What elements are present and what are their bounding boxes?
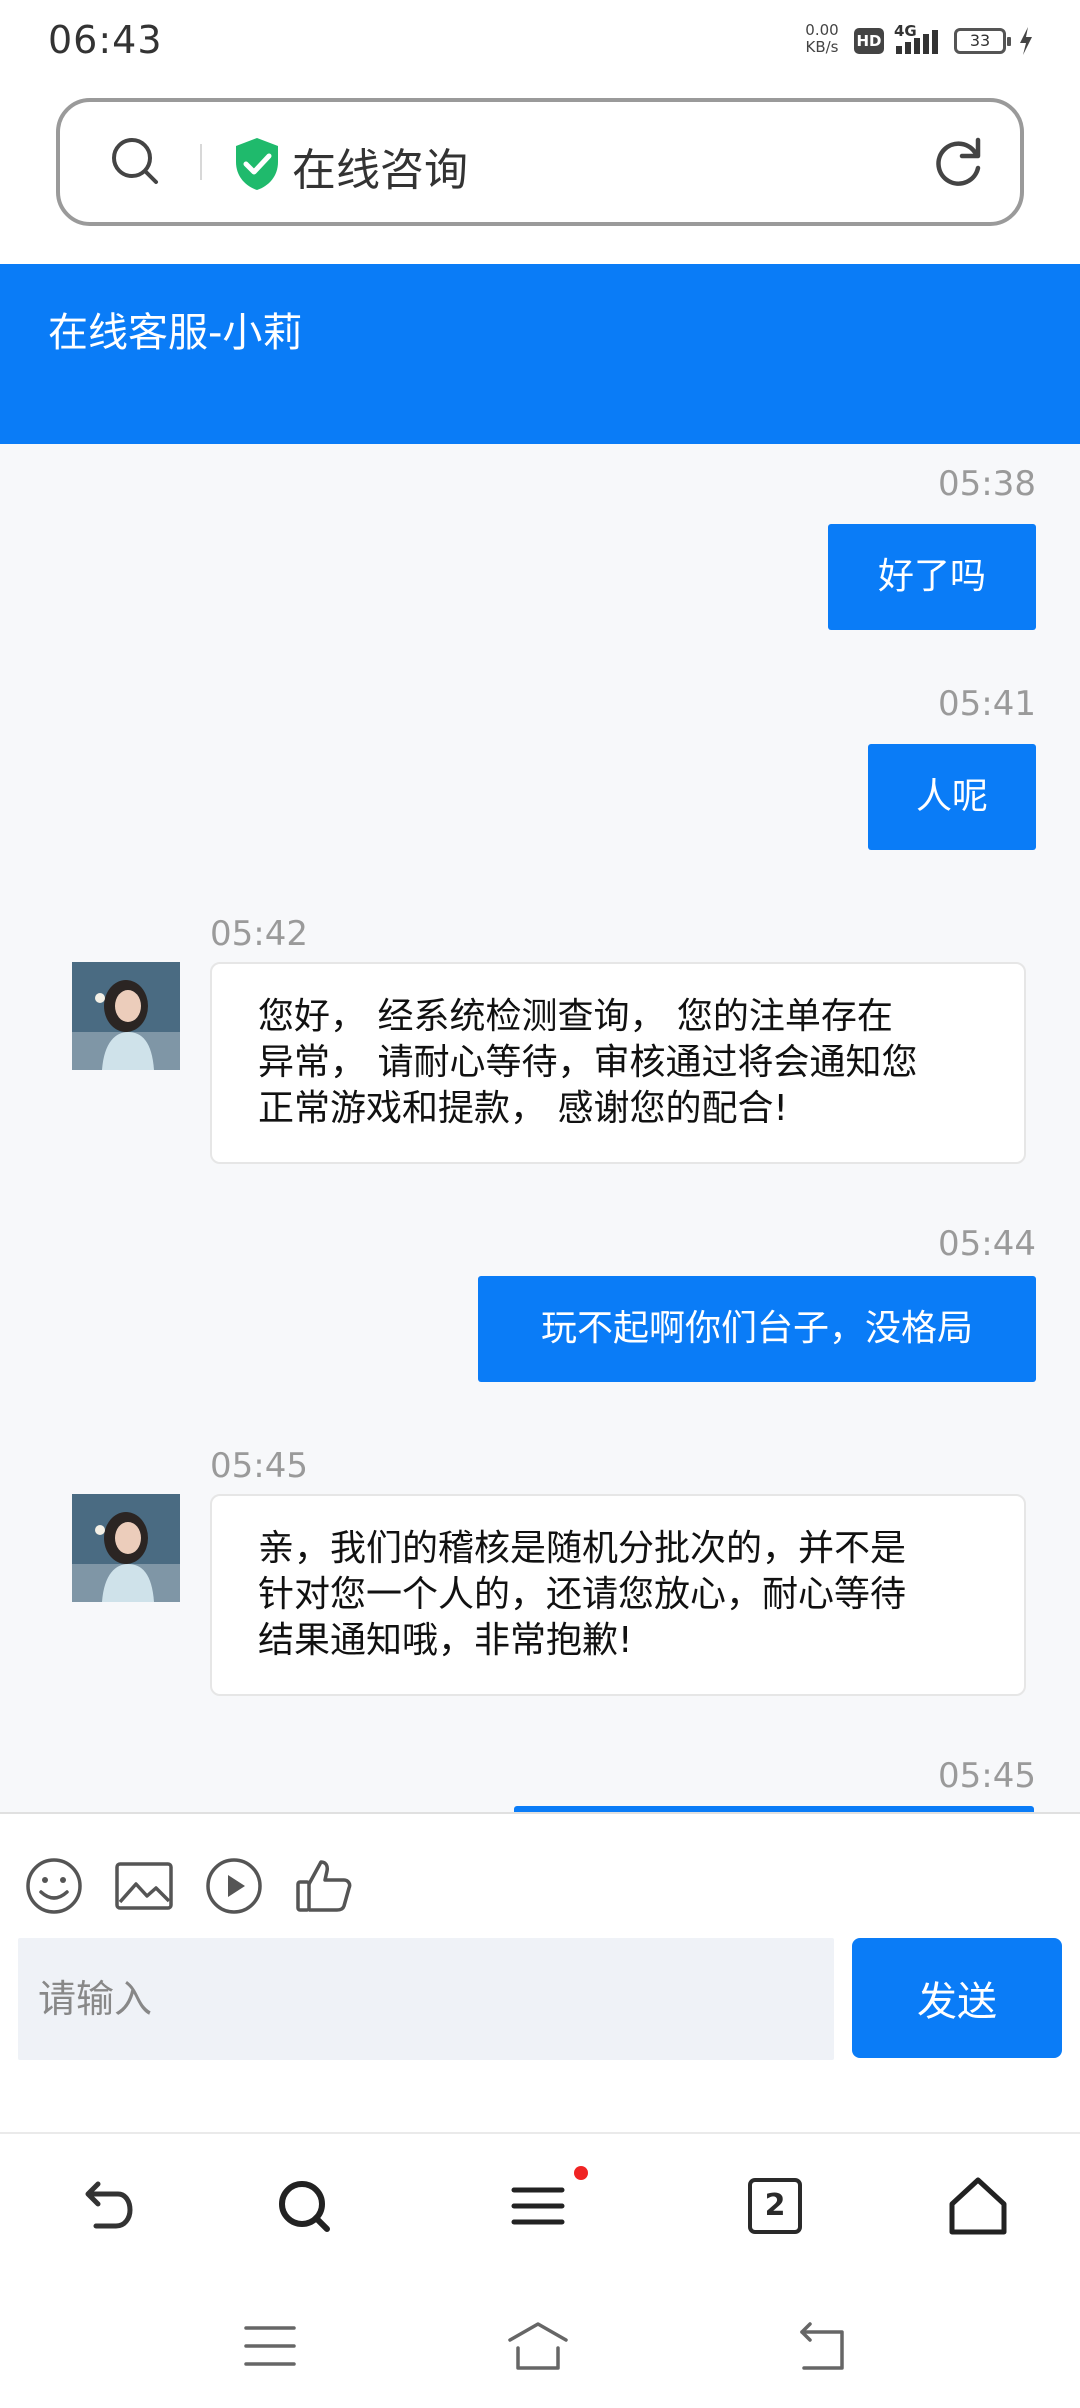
chat-input-area: 发送	[0, 1812, 1080, 2132]
search-icon[interactable]	[272, 2174, 336, 2238]
message-line: 亲，我们的稽核是随机分批次的，并不是	[258, 1528, 907, 1569]
url-bar[interactable]: 在线咨询	[56, 98, 1024, 226]
message-time: 05:42	[210, 914, 308, 954]
tabs-icon[interactable]: 2	[748, 2178, 802, 2234]
image-icon[interactable]	[114, 1856, 174, 1916]
message-line: 您好， 经系统检测查询， 您的注单存在	[258, 996, 893, 1037]
agent-avatar[interactable]	[72, 1494, 180, 1602]
menu-icon[interactable]	[506, 2174, 570, 2238]
home-icon[interactable]	[946, 2174, 1010, 2238]
agent-avatar[interactable]	[72, 962, 180, 1070]
status-bar: 06:43 0.00 KB/s HD 4G 33	[0, 0, 1080, 84]
recent-apps-icon[interactable]	[238, 2318, 302, 2374]
chat-header: 在线客服-小莉	[0, 264, 1080, 444]
video-icon[interactable]	[204, 1856, 264, 1916]
url-divider	[200, 144, 202, 180]
reload-icon[interactable]	[928, 132, 988, 192]
outgoing-message[interactable]: 人呢	[868, 744, 1036, 850]
message-time: 05:44	[938, 1224, 1036, 1264]
message-time: 05:38	[938, 464, 1036, 504]
status-time: 06:43	[48, 18, 163, 62]
shield-check-icon	[236, 138, 278, 190]
network-speed-value: 0.00	[805, 21, 839, 39]
incoming-message[interactable]: 亲，我们的稽核是随机分批次的，并不是 针对您一个人的，还请您放心，耐心等待 结果…	[210, 1494, 1026, 1696]
outgoing-message[interactable]: 好了吗	[828, 524, 1036, 630]
message-line: 针对您一个人的，还请您放心，耐心等待	[258, 1574, 907, 1615]
incoming-message[interactable]: 您好， 经系统检测查询， 您的注单存在 异常， 请耐心等待，审核通过将会通知您 …	[210, 962, 1026, 1164]
message-time: 05:41	[938, 684, 1036, 724]
signal-icon: 4G	[894, 22, 944, 58]
network-speed-unit: KB/s	[805, 38, 839, 56]
message-line: 正常游戏和提款， 感谢您的配合!	[258, 1088, 788, 1129]
back-nav-icon[interactable]	[790, 2318, 854, 2374]
chat-title: 在线客服-小莉	[48, 310, 303, 356]
message-line: 结果通知哦，非常抱歉!	[258, 1620, 633, 1661]
system-nav-bar	[0, 2282, 1080, 2408]
network-speed: 0.00 KB/s	[800, 22, 844, 56]
message-time: 05:45	[938, 1756, 1036, 1796]
notification-dot	[574, 2166, 588, 2180]
battery-icon: 33	[954, 28, 1011, 54]
search-icon[interactable]	[106, 132, 166, 192]
home-nav-icon[interactable]	[506, 2318, 570, 2374]
message-list[interactable]: 05:38 好了吗 05:41 人呢 05:42 您好， 经系统检测查询， 您的…	[0, 444, 1080, 1812]
outgoing-message[interactable]: 玩不起啊你们台子，没格局	[478, 1276, 1036, 1382]
url-title[interactable]: 在线咨询	[292, 134, 468, 198]
browser-toolbar: 2	[0, 2132, 1080, 2282]
message-line: 异常， 请耐心等待，审核通过将会通知您	[258, 1042, 918, 1083]
charging-icon	[1020, 27, 1032, 55]
thumbs-up-icon[interactable]	[294, 1856, 354, 1916]
hd-icon: HD	[854, 28, 884, 54]
message-input[interactable]	[18, 1938, 834, 2060]
emoji-icon[interactable]	[24, 1856, 84, 1916]
send-button[interactable]: 发送	[852, 1938, 1062, 2058]
message-time: 05:45	[210, 1446, 308, 1486]
back-icon[interactable]	[70, 2174, 134, 2238]
